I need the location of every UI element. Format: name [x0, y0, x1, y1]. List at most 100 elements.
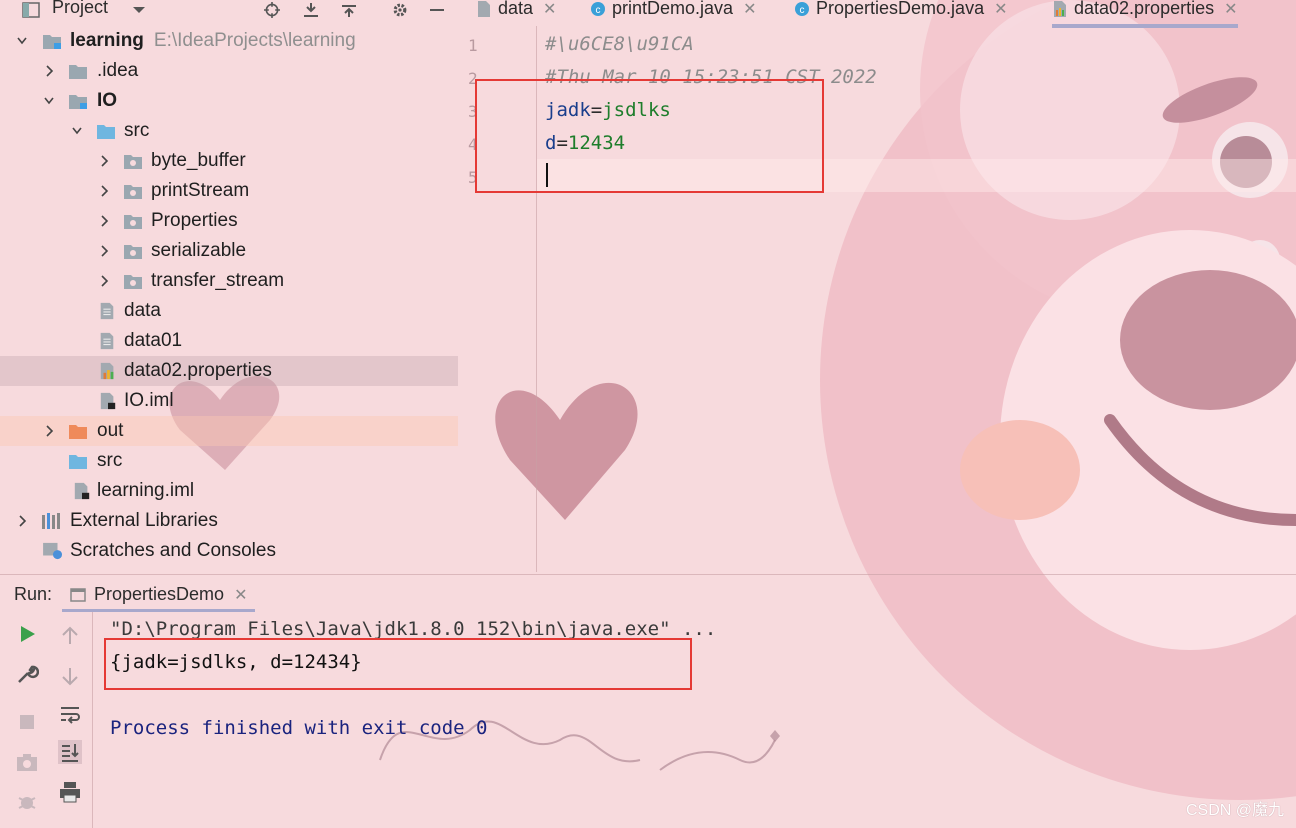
svg-text:c: c [800, 5, 805, 16]
run-panel-title: Run: [14, 584, 53, 604]
tree-item-data02-properties[interactable]: data02.properties [0, 356, 458, 386]
tab-data[interactable]: data ✕ [476, 0, 556, 24]
tree-item-transfer-stream[interactable]: transfer_stream [0, 266, 458, 296]
chevron-right-icon[interactable] [99, 275, 109, 287]
package-icon [124, 185, 142, 199]
tab-label: PropertiesDemo.java [816, 0, 985, 18]
run-tab-label: PropertiesDemo [94, 584, 225, 604]
collapse-all-icon[interactable] [340, 2, 358, 18]
tree-item-label: data [124, 300, 161, 321]
tree-item-learning[interactable]: learning E:\IdeaProjects\learning [0, 26, 458, 56]
properties-file-icon [1054, 1, 1066, 18]
tree-item-label: learning.iml [97, 480, 195, 501]
tree-item-label: out [97, 420, 124, 441]
wrench-icon[interactable] [15, 662, 39, 686]
tab-label: data [498, 0, 534, 18]
tree-item-src[interactable]: src [0, 116, 458, 146]
tab-propertiesdemo[interactable]: c PropertiesDemo.java ✕ [794, 0, 1007, 24]
tree-item-out[interactable]: out [0, 416, 458, 446]
chevron-down-icon[interactable] [72, 125, 82, 137]
text-file-icon [100, 302, 114, 320]
tree-item-learning-iml[interactable]: learning.iml [0, 476, 458, 506]
rerun-icon[interactable] [15, 622, 39, 646]
tree-item-label: IO [97, 90, 118, 111]
tree-item-idea[interactable]: .idea [0, 56, 458, 86]
arrow-up-icon[interactable] [58, 624, 82, 648]
watermark: CSDN @魔九 [1185, 802, 1284, 819]
run-panel-header: Run: PropertiesDemo ✕ [0, 574, 1296, 612]
code-line-1: #\u6CE8\u91CA [545, 33, 694, 55]
java-class-icon: c [795, 2, 809, 17]
tree-item-src-root[interactable]: src [0, 446, 458, 476]
project-panel-title[interactable]: Project [52, 0, 108, 18]
chevron-down-icon[interactable] [130, 2, 148, 18]
package-icon [124, 275, 142, 289]
tree-item-data[interactable]: data [0, 296, 458, 326]
project-path: E:\IdeaProjects\learning [153, 30, 356, 51]
tree-item-serializable[interactable]: serializable [0, 236, 458, 266]
scratches-icon [43, 542, 62, 560]
tab-data02-properties[interactable]: data02.properties ✕ [1052, 0, 1238, 28]
highlight-box-console [104, 638, 692, 690]
camera-icon[interactable] [15, 750, 39, 774]
highlight-box-editor [475, 79, 824, 193]
locate-target-icon[interactable] [262, 2, 282, 18]
package-icon [124, 245, 142, 259]
console-icon [70, 588, 86, 602]
line-number: 1 [468, 36, 478, 55]
chevron-right-icon[interactable] [99, 215, 109, 227]
tab-printdemo[interactable]: c printDemo.java ✕ [590, 0, 756, 24]
soft-wrap-icon[interactable] [58, 702, 82, 726]
tree-item-byte-buffer[interactable]: byte_buffer [0, 146, 458, 176]
tree-item-data01[interactable]: data01 [0, 326, 458, 356]
scroll-to-end-icon[interactable] [58, 740, 82, 764]
arrow-down-icon[interactable] [58, 664, 82, 688]
close-icon[interactable]: ✕ [743, 1, 756, 18]
run-toolbar [0, 612, 93, 828]
module-folder-icon [43, 35, 61, 49]
print-icon[interactable] [58, 780, 82, 804]
expand-all-icon[interactable] [302, 2, 320, 18]
project-view-icon [22, 2, 40, 18]
tab-label: data02.properties [1074, 0, 1215, 18]
console-command-line: "D:\Program Files\Java\jdk1.8.0_152\bin\… [110, 618, 717, 640]
tree-item-label: .idea [97, 60, 139, 81]
tree-item-label: Properties [151, 210, 238, 231]
debug-icon[interactable] [15, 790, 39, 814]
stop-icon[interactable] [15, 710, 39, 734]
tree-item-io-iml[interactable]: IO.iml [0, 386, 458, 416]
text-file-icon [100, 332, 114, 350]
properties-file-icon [100, 362, 114, 380]
tree-item-label: transfer_stream [151, 270, 285, 291]
chevron-down-icon[interactable] [17, 35, 27, 47]
close-icon[interactable]: ✕ [234, 587, 247, 604]
gear-icon[interactable] [390, 2, 410, 18]
minimize-icon[interactable] [428, 2, 446, 18]
tree-item-external-libraries[interactable]: External Libraries [0, 506, 458, 536]
console-exit-line: Process finished with exit code 0 [110, 717, 488, 739]
excluded-folder-icon [69, 425, 87, 439]
chevron-right-icon[interactable] [99, 185, 109, 197]
run-tab-propertiesdemo[interactable]: PropertiesDemo ✕ [62, 579, 256, 612]
java-class-icon: c [591, 2, 605, 17]
chevron-right-icon[interactable] [44, 425, 54, 437]
close-icon[interactable]: ✕ [1224, 1, 1237, 18]
iml-file-icon [100, 392, 116, 410]
tree-item-label: Scratches and Consoles [70, 540, 276, 561]
chevron-right-icon[interactable] [99, 155, 109, 167]
tree-item-printstream[interactable]: printStream [0, 176, 458, 206]
tree-item-properties[interactable]: Properties [0, 206, 458, 236]
tree-item-label: printStream [151, 180, 250, 201]
close-icon[interactable]: ✕ [994, 1, 1007, 18]
project-tree: learning E:\IdeaProjects\learning .idea I… [0, 26, 458, 572]
svg-text:c: c [596, 5, 601, 16]
tree-item-scratches[interactable]: Scratches and Consoles [0, 536, 458, 566]
close-icon[interactable]: ✕ [543, 1, 556, 18]
chevron-right-icon[interactable] [17, 515, 27, 527]
chevron-right-icon[interactable] [44, 65, 54, 77]
chevron-right-icon[interactable] [99, 245, 109, 257]
tree-item-io[interactable]: IO [0, 86, 458, 116]
module-folder-icon [69, 95, 87, 109]
chevron-down-icon[interactable] [44, 95, 54, 107]
tree-item-label: src [124, 120, 150, 141]
